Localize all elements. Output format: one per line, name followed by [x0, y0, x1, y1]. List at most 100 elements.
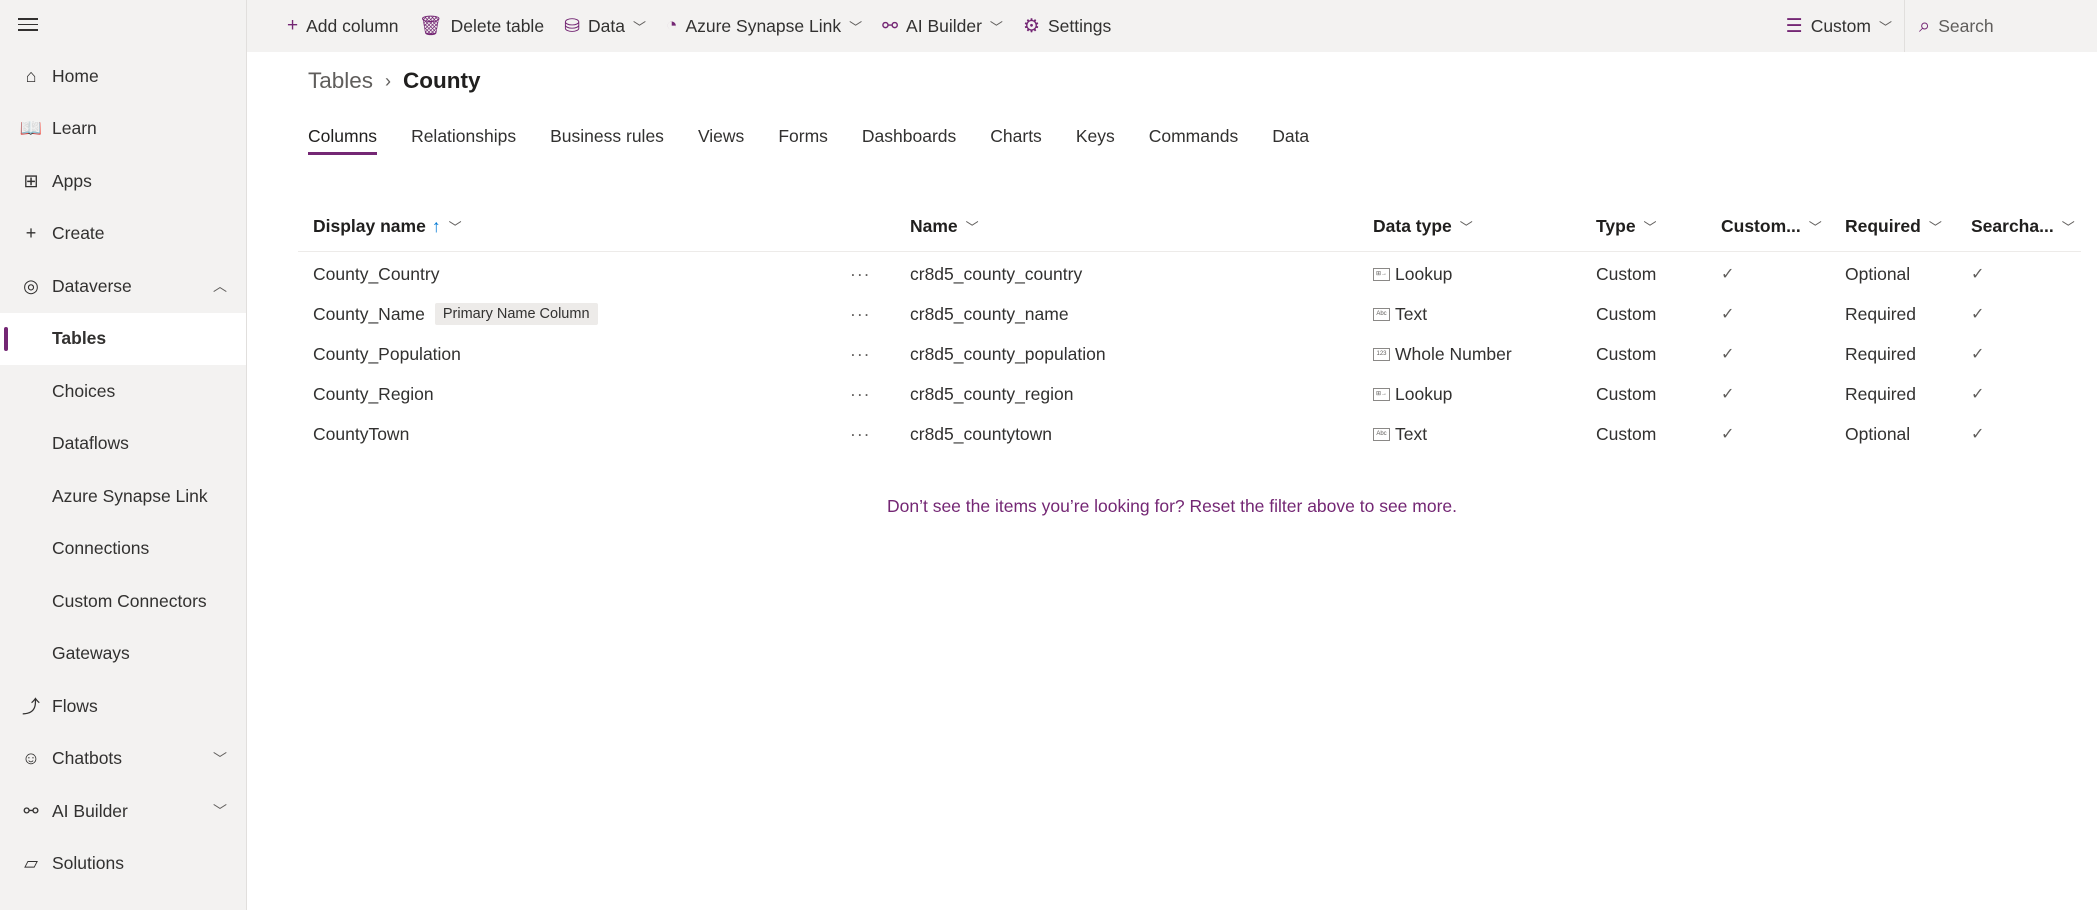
tab-data[interactable]: Data: [1272, 126, 1309, 155]
azure-synapse-link-button[interactable]: ◔ Azure Synapse Link ﹀: [666, 15, 862, 37]
column-header-data-type[interactable]: Data type ﹀: [1373, 203, 1473, 249]
sidebar-item-custom-connectors[interactable]: Custom Connectors: [0, 575, 246, 627]
table-row[interactable]: County_Region ··· cr8d5_county_region ⊞→…: [298, 374, 2081, 414]
chevron-down-icon: ﹀: [2061, 219, 2075, 235]
reset-filter-message[interactable]: Don’t see the items you’re looking for? …: [0, 496, 2097, 517]
logical-name: cr8d5_countytown: [910, 423, 1053, 444]
sort-ascending-icon: ↑: [431, 215, 441, 236]
sidebar-item-chatbots[interactable]: ☺ Chatbots ﹀: [0, 733, 246, 785]
sidebar-item-label: Gateways: [52, 643, 130, 663]
ai-builder-button[interactable]: ⚯ AI Builder ﹀: [882, 15, 1003, 38]
settings-button[interactable]: ⚙ Settings: [1023, 15, 1111, 38]
sidebar-item-create[interactable]: + Create: [0, 208, 246, 260]
display-name[interactable]: County_Region: [313, 384, 434, 405]
tab-views[interactable]: Views: [698, 126, 744, 155]
more-options-button[interactable]: ···: [850, 294, 870, 334]
table-row[interactable]: County_Country ··· cr8d5_county_country …: [298, 254, 2081, 294]
logical-name: cr8d5_county_country: [910, 263, 1083, 284]
data-type: Whole Number: [1395, 343, 1512, 364]
primary-name-badge: Primary Name Column: [434, 303, 598, 325]
view-selector[interactable]: ☰ Custom ﹀: [1786, 15, 1892, 38]
more-options-button[interactable]: ···: [850, 414, 870, 454]
chevron-down-icon: ﹀: [849, 19, 863, 35]
sidebar-item-dataflows[interactable]: Dataflows: [0, 418, 246, 470]
column-header-display-name[interactable]: Display name ↑ ﹀: [313, 203, 462, 249]
display-name[interactable]: County_Country: [313, 264, 439, 285]
required-level: Optional: [1845, 423, 1911, 444]
more-options-button[interactable]: ···: [850, 254, 870, 294]
page-title: County: [403, 68, 481, 93]
hamburger-menu-icon[interactable]: [18, 14, 42, 36]
table-row[interactable]: County_Name Primary Name Column ··· cr8d5…: [298, 294, 2081, 334]
tab-relationships[interactable]: Relationships: [411, 126, 516, 155]
chevron-down-icon[interactable]: ﹀: [208, 801, 232, 821]
text-icon: Abc: [1373, 307, 1390, 321]
chevron-down-icon: ﹀: [1878, 19, 1892, 35]
chevron-down-icon: ﹀: [448, 219, 462, 235]
required-level: Required: [1845, 303, 1917, 324]
sidebar-item-gateways[interactable]: Gateways: [0, 628, 246, 680]
display-name[interactable]: County_Name: [313, 304, 425, 325]
sidebar-item-label: Home: [52, 65, 99, 86]
data-type: Lookup: [1395, 263, 1453, 284]
required-level: Required: [1845, 383, 1917, 404]
solutions-icon: ▱: [24, 853, 38, 873]
required-level: Required: [1845, 343, 1917, 364]
sidebar-item-solutions[interactable]: ▱ Solutions: [0, 838, 246, 890]
data-type: Text: [1395, 303, 1428, 324]
tab-keys[interactable]: Keys: [1076, 126, 1115, 155]
tab-commands[interactable]: Commands: [1149, 126, 1238, 155]
chevron-down-icon[interactable]: ﹀: [208, 749, 232, 769]
sidebar-item-flows[interactable]: ⤴ Flows: [0, 680, 246, 732]
table-row[interactable]: County_Population ··· cr8d5_county_popul…: [298, 334, 2081, 374]
delete-table-button[interactable]: 🗑 Delete table: [419, 14, 545, 38]
more-options-button[interactable]: ···: [850, 334, 870, 374]
sidebar-item-tables[interactable]: Tables: [0, 312, 246, 365]
chatbot-icon: ☺: [21, 748, 41, 768]
breadcrumb: Tables › County: [308, 68, 481, 94]
sidebar-item-ai-builder[interactable]: ⚯ AI Builder ﹀: [0, 785, 246, 837]
searchable-check-icon: ✓: [1971, 386, 1985, 403]
home-icon: ⌂: [25, 65, 37, 86]
column-header-type[interactable]: Type ﹀: [1596, 203, 1657, 249]
tab-columns[interactable]: Columns: [308, 126, 378, 155]
header-divider: [298, 251, 2081, 252]
tab-business-rules[interactable]: Business rules: [550, 126, 664, 155]
sidebar-item-label: Tables: [52, 328, 107, 348]
search-input[interactable]: ⌕ Search: [1904, 0, 2097, 52]
tab-forms[interactable]: Forms: [778, 126, 828, 155]
sidebar-item-label: Connections: [52, 538, 150, 558]
searchable-check-icon: ✓: [1971, 306, 1985, 323]
more-options-button[interactable]: ···: [850, 374, 870, 414]
sidebar-item-apps[interactable]: ⊞ Apps: [0, 155, 246, 207]
table-row[interactable]: CountyTown ··· cr8d5_countytown Abc Text …: [298, 414, 2081, 454]
column-header-searchable[interactable]: Searcha... ﹀: [1971, 203, 2075, 249]
tab-charts[interactable]: Charts: [990, 126, 1042, 155]
display-name[interactable]: County_Population: [313, 344, 461, 365]
synapse-icon: ◔: [665, 15, 678, 36]
sidebar-item-choices[interactable]: Choices: [0, 365, 246, 417]
logical-name: cr8d5_county_region: [910, 383, 1074, 404]
chevron-up-icon[interactable]: ︿: [208, 276, 232, 296]
trash-icon: 🗑: [418, 16, 443, 37]
sidebar-item-learn[interactable]: 📖 Learn: [0, 103, 246, 155]
sidebar-item-dataverse[interactable]: ◎ Dataverse ︿: [0, 260, 246, 312]
sidebar-item-home[interactable]: ⌂ Home: [0, 50, 246, 102]
apps-icon: ⊞: [23, 170, 39, 191]
type: Custom: [1596, 263, 1657, 284]
chevron-down-icon: ﹀: [965, 219, 979, 235]
searchable-check-icon: ✓: [1971, 346, 1985, 363]
column-header-customizable[interactable]: Custom... ﹀: [1721, 203, 1822, 249]
data-type: Lookup: [1395, 383, 1453, 404]
display-name[interactable]: CountyTown: [313, 424, 409, 445]
searchable-check-icon: ✓: [1971, 266, 1985, 283]
breadcrumb-tables-link[interactable]: Tables: [308, 68, 373, 94]
column-header-required[interactable]: Required ﹀: [1845, 203, 1942, 249]
tab-dashboards[interactable]: Dashboards: [862, 126, 956, 155]
column-header-name[interactable]: Name ﹀: [910, 203, 979, 249]
logical-name: cr8d5_county_population: [910, 343, 1106, 364]
sidebar-item-connections[interactable]: Connections: [0, 523, 246, 575]
type: Custom: [1596, 423, 1657, 444]
add-column-button[interactable]: + Add column: [287, 15, 399, 37]
data-menu-button[interactable]: ⛁ Data ﹀: [564, 15, 646, 38]
